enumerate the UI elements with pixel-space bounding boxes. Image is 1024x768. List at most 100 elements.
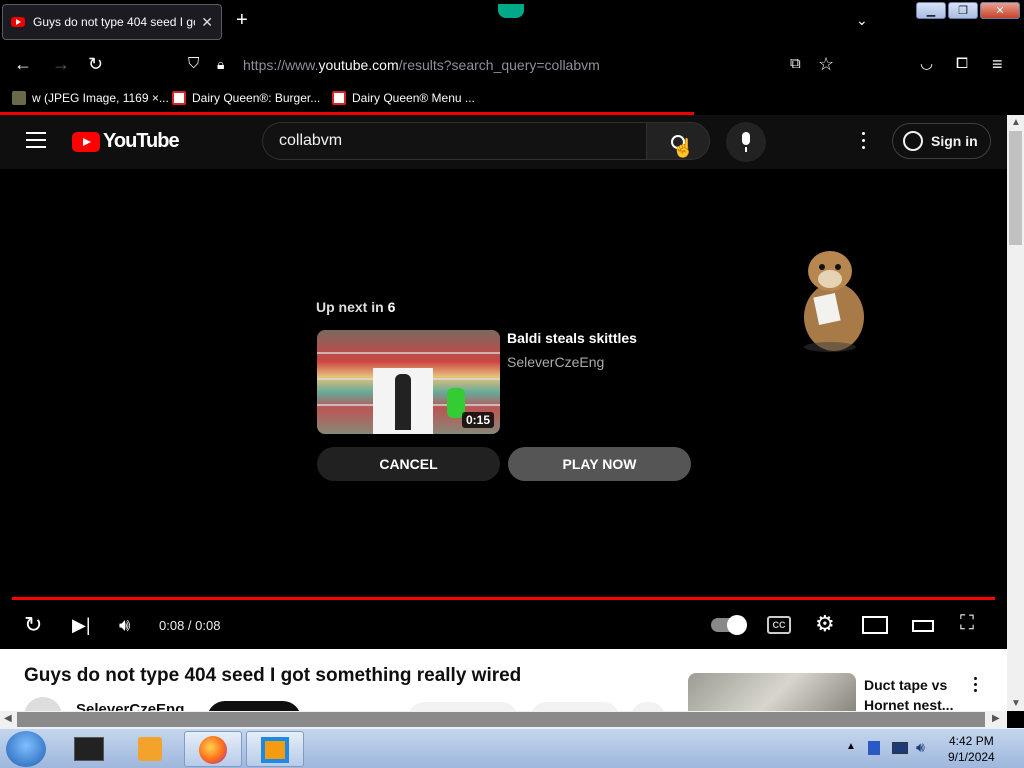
next-video-icon[interactable]: ▶|: [72, 615, 91, 636]
guide-menu-icon[interactable]: [26, 132, 46, 148]
progress-bar[interactable]: [12, 597, 995, 600]
url-bar[interactable]: https://www.youtube.com/results?search_q…: [243, 57, 600, 73]
tray-flag-icon[interactable]: [868, 741, 880, 755]
extensions-icon[interactable]: ⧠: [956, 54, 968, 74]
share-button[interactable]: [530, 702, 620, 711]
minimize-button[interactable]: ▁: [916, 2, 946, 19]
vertical-scrollbar[interactable]: ▲ ▼: [1007, 115, 1024, 711]
dairy-queen-favicon-icon: [172, 91, 186, 105]
hand-cursor-icon: ☝: [672, 138, 695, 158]
tab-list-chevron-icon[interactable]: ⌄: [856, 12, 868, 29]
close-window-button[interactable]: ✕: [980, 2, 1020, 19]
autoplay-toggle[interactable]: [711, 615, 747, 635]
forward-arrow-icon[interactable]: →: [52, 54, 70, 74]
cancel-autoplay-button[interactable]: CANCEL: [317, 447, 500, 481]
replay-icon[interactable]: ↻: [24, 612, 42, 638]
like-button[interactable]: [408, 702, 518, 711]
back-arrow-icon[interactable]: ←: [14, 54, 32, 74]
screen: Guys do not type 404 seed I got somethin…: [0, 0, 1024, 768]
taskbar-app-media[interactable]: [122, 731, 180, 767]
scroll-up-arrow-icon[interactable]: ▲: [1011, 117, 1021, 128]
tracking-shield-icon[interactable]: ⛉: [188, 54, 199, 74]
computer-icon: [74, 737, 104, 761]
thumbnail-person: [373, 368, 433, 434]
close-tab-icon[interactable]: ✕: [201, 14, 213, 31]
horizontal-scrollbar[interactable]: ◀ ▶: [0, 711, 1007, 728]
bookmark-label: Dairy Queen®: Burger...: [192, 91, 321, 105]
menu-icon[interactable]: ≡: [992, 54, 1003, 74]
video-player[interactable]: Up next in 6 0:15 Baldi steals skittles …: [0, 169, 1007, 649]
bookmark-label: Dairy Queen® Menu ...: [352, 91, 475, 105]
bookmark-item[interactable]: Dairy Queen®: Burger...: [172, 91, 320, 105]
youtube-header: YouTube Sign in: [0, 115, 1007, 169]
horizontal-scroll-thumb[interactable]: [17, 712, 985, 727]
youtube-logo[interactable]: YouTube: [72, 130, 180, 153]
taskbar-app-firefox[interactable]: [184, 731, 242, 767]
bookmark-item[interactable]: Dairy Queen® Menu ...: [332, 91, 475, 105]
bookmark-label: w (JPEG Image, 1169 ×...: [32, 91, 169, 105]
youtube-favicon-icon: [11, 17, 25, 27]
up-next-prefix: Up next in: [316, 299, 384, 315]
extension-knob: [498, 4, 524, 18]
microphone-icon: [742, 132, 750, 145]
url-path: /results?search_query=collabvm: [398, 57, 600, 73]
reload-icon[interactable]: ↻: [88, 54, 103, 74]
voice-search-button[interactable]: [726, 122, 766, 162]
sign-in-label: Sign in: [931, 133, 978, 149]
subtitles-icon[interactable]: CC: [767, 616, 791, 634]
next-video-thumbnail[interactable]: 0:15: [317, 330, 500, 434]
taskbar-app-vm[interactable]: [246, 731, 304, 767]
image-favicon-icon: [12, 91, 26, 105]
next-video-title[interactable]: Baldi steals skittles: [507, 330, 637, 346]
fullscreen-icon[interactable]: ⛶: [960, 612, 974, 635]
related-video-menu-icon[interactable]: [974, 677, 977, 695]
clock-time: 4:42 PM: [949, 734, 994, 748]
browser-tab[interactable]: Guys do not type 404 seed I got somethin…: [2, 4, 222, 40]
channel-avatar[interactable]: [24, 697, 62, 711]
bookmark-item[interactable]: w (JPEG Image, 1169 ×...: [12, 91, 169, 105]
pocket-icon[interactable]: ◡: [920, 54, 933, 74]
tray-chevron-icon[interactable]: ▲: [846, 741, 856, 752]
settings-kebab-icon[interactable]: [862, 132, 866, 153]
tab-title: Guys do not type 404 seed I got somethin…: [33, 15, 195, 29]
channel-name[interactable]: SeleverCzeEng: [76, 701, 184, 711]
scroll-right-arrow-icon[interactable]: ▶: [992, 713, 1000, 724]
volume-tray-icon[interactable]: 🔊︎: [916, 739, 925, 756]
new-tab-icon[interactable]: +: [236, 10, 248, 30]
related-video-title[interactable]: Duct tape vs Hornet nest...: [864, 675, 964, 711]
windows-taskbar: ▲ 🔊︎ 4:42 PM 9/1/2024: [0, 728, 1024, 768]
video-details: Guys do not type 404 seed I got somethin…: [0, 649, 1007, 711]
miniplayer-icon[interactable]: [862, 616, 888, 634]
bookmark-star-icon[interactable]: ☆: [818, 54, 834, 74]
virtual-machine-icon: [261, 737, 289, 763]
media-player-icon: [138, 737, 162, 761]
volume-icon[interactable]: 🔊︎: [119, 615, 130, 636]
scroll-left-arrow-icon[interactable]: ◀: [4, 713, 12, 724]
youtube-play-icon: [72, 131, 100, 152]
scroll-down-arrow-icon[interactable]: ▼: [1011, 698, 1021, 709]
url-domain: youtube.com: [318, 57, 399, 73]
video-title: Guys do not type 404 seed I got somethin…: [24, 665, 522, 686]
up-next-countdown: 6: [387, 299, 396, 315]
next-video-channel: SeleverCzeEng: [507, 354, 605, 370]
search-input[interactable]: [262, 122, 646, 160]
up-next-label: Up next in 6: [316, 299, 395, 315]
network-icon[interactable]: [892, 742, 908, 754]
vertical-scroll-thumb[interactable]: [1009, 131, 1022, 245]
more-actions-button[interactable]: [630, 702, 666, 711]
start-button[interactable]: [6, 731, 46, 767]
lock-icon[interactable]: 🔒︎: [217, 54, 224, 74]
theater-mode-icon[interactable]: [912, 620, 934, 632]
play-now-button[interactable]: PLAY NOW: [508, 447, 691, 481]
gear-icon[interactable]: ⚙: [815, 611, 835, 637]
taskbar-app-computer[interactable]: [60, 731, 118, 767]
sign-in-button[interactable]: Sign in: [892, 123, 991, 159]
subscribe-button[interactable]: [207, 701, 301, 711]
account-icon: [903, 131, 923, 151]
restore-button[interactable]: ❐: [948, 2, 978, 19]
reader-view-icon[interactable]: ⧉: [790, 54, 801, 74]
related-video-thumbnail[interactable]: [688, 673, 856, 711]
system-clock[interactable]: 4:42 PM 9/1/2024: [948, 733, 995, 765]
firefox-icon: [199, 736, 227, 764]
next-video-duration: 0:15: [461, 412, 494, 428]
